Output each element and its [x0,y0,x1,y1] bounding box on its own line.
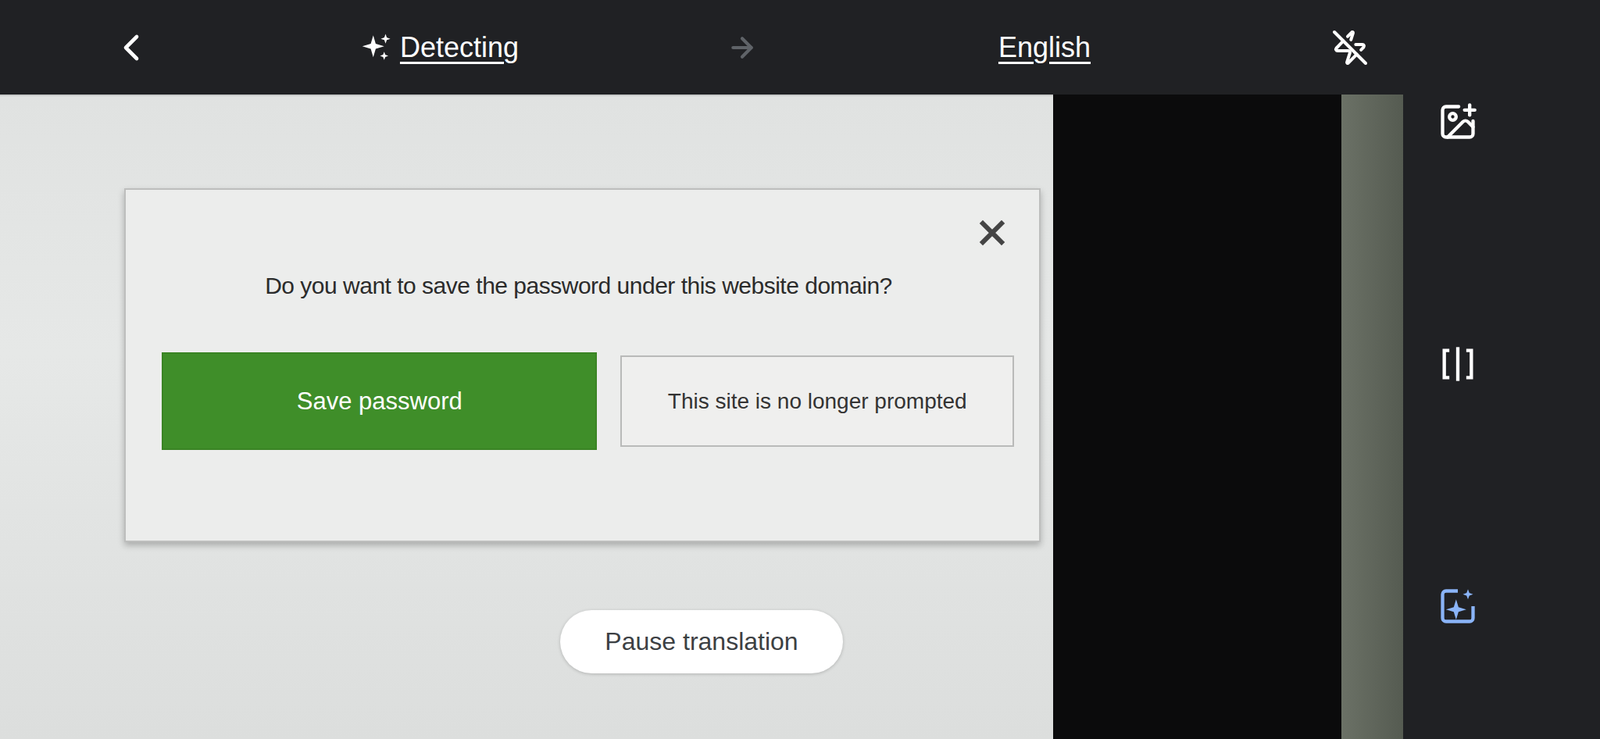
smart-translate-button[interactable] [1434,582,1482,630]
close-button[interactable] [976,217,1008,250]
dialog-button-row: Save passwordThis site is no longer prom… [161,352,1015,450]
sparkle-icon [360,31,394,65]
pause-translation-button[interactable]: Pause translation [560,610,843,674]
back-chevron-icon [109,25,154,70]
split-view-icon [1437,343,1479,385]
background-wall [1341,94,1404,739]
main-column: Detecting English Do you want to save the … [0,0,1404,739]
target-slot: English [760,28,1329,68]
top-bar: Detecting English [0,0,1404,95]
sparkle-square-icon [1437,585,1479,627]
never-prompt-button[interactable]: This site is no longer prompted [620,355,1015,447]
arrow-right-icon [726,32,758,64]
target-language-button[interactable]: English [992,28,1097,68]
save-password-dialog: Do you want to save the password under t… [124,188,1041,543]
flash-off-icon [1331,28,1369,67]
import-image-button[interactable] [1434,98,1482,146]
save-password-button[interactable]: Save password [161,352,597,450]
source-language-button[interactable]: Detecting [354,28,525,68]
swap-button[interactable] [723,28,761,67]
photographed-screen: Do you want to save the password under t… [0,94,1054,739]
dialog-title: Do you want to save the password under t… [161,272,1015,300]
split-view-button[interactable] [1434,340,1482,388]
camera-view: Do you want to save the password under t… [0,94,1404,739]
translate-camera-screen: Detecting English Do you want to save the … [0,0,1600,739]
flash-button[interactable] [1328,25,1372,70]
close-icon [978,218,1007,247]
target-language-label: English [998,31,1091,65]
source-slot: Detecting [156,28,724,68]
image-plus-icon [1437,101,1479,143]
back-button[interactable] [106,22,157,73]
monitor-bezel [1053,94,1342,739]
source-language-label: Detecting [400,31,519,65]
side-panel [1403,0,1600,739]
